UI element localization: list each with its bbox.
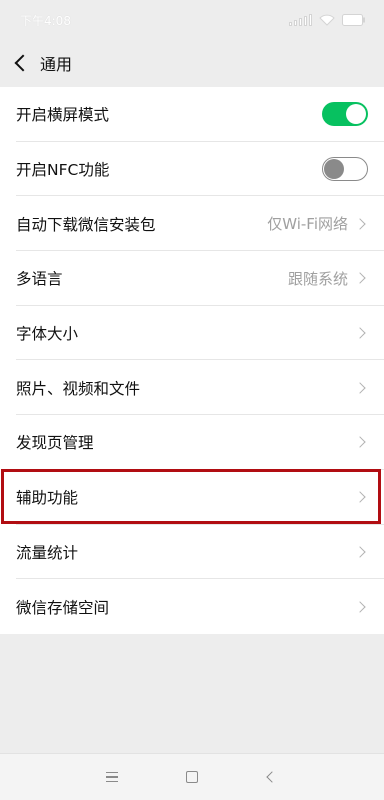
- settings-row[interactable]: 开启NFC功能: [0, 142, 384, 197]
- settings-row[interactable]: 开启横屏模式: [0, 87, 384, 142]
- settings-row[interactable]: 微信存储空间: [0, 579, 384, 634]
- home-button[interactable]: [152, 754, 232, 800]
- system-back-button[interactable]: [232, 754, 312, 800]
- chevron-right-icon: [354, 382, 366, 394]
- menu-icon: [106, 771, 118, 783]
- settings-row-label: 多语言: [16, 270, 63, 289]
- system-nav-bar: [0, 753, 384, 800]
- settings-row-value: 跟随系统: [287, 269, 348, 288]
- status-icons: [289, 14, 366, 26]
- settings-row[interactable]: 多语言 跟随系统: [0, 251, 384, 306]
- battery-icon: [342, 14, 365, 26]
- settings-row[interactable]: 辅助功能: [0, 470, 384, 525]
- home-icon: [186, 771, 198, 783]
- settings-list: 开启横屏模式 开启NFC功能自动下载微信安装包 仅Wi-Fi网络多语言 跟随系统字体大…: [0, 87, 384, 634]
- menu-button[interactable]: [72, 754, 152, 800]
- signal-icon: [289, 14, 312, 26]
- settings-row-label: 发现页管理: [16, 434, 94, 453]
- settings-row[interactable]: 发现页管理: [0, 415, 384, 470]
- settings-row-label: 照片、视频和文件: [16, 379, 141, 398]
- toggle-switch[interactable]: [322, 157, 368, 182]
- settings-row-label: 开启横屏模式: [16, 106, 110, 125]
- chevron-right-icon: [354, 272, 366, 285]
- toggle-knob: [324, 158, 344, 179]
- chevron-right-icon: [354, 436, 366, 449]
- settings-row-value: 仅Wi-Fi网络: [267, 215, 348, 234]
- toggle-switch[interactable]: [322, 102, 368, 127]
- settings-row[interactable]: 自动下载微信安装包 仅Wi-Fi网络: [0, 196, 384, 251]
- status-bar: 下午4:08: [0, 0, 384, 40]
- chevron-right-icon: [354, 218, 366, 230]
- settings-row-label: 微信存储空间: [16, 598, 110, 617]
- chevron-right-icon: [354, 600, 366, 613]
- chevron-right-icon: [354, 327, 366, 339]
- settings-row-label: 开启NFC功能: [16, 161, 110, 180]
- status-time: 下午4:08: [20, 13, 71, 28]
- chevron-right-icon: [354, 546, 366, 558]
- settings-row[interactable]: 字体大小: [0, 306, 384, 361]
- nav-bar: 通用: [0, 40, 384, 86]
- back-icon: [266, 771, 278, 783]
- settings-row-label: 自动下载微信安装包: [16, 215, 156, 234]
- page-title: 通用: [40, 55, 73, 74]
- back-button[interactable]: [0, 40, 40, 86]
- settings-row-label: 辅助功能: [16, 489, 79, 508]
- settings-row[interactable]: 流量统计: [0, 525, 384, 580]
- settings-row-label: 字体大小: [16, 325, 79, 344]
- settings-row-label: 流量统计: [16, 543, 79, 562]
- chevron-right-icon: [354, 491, 366, 503]
- toggle-knob: [346, 104, 366, 125]
- wifi-icon: [319, 14, 335, 26]
- settings-row[interactable]: 照片、视频和文件: [0, 360, 384, 415]
- chevron-left-icon: [14, 54, 32, 72]
